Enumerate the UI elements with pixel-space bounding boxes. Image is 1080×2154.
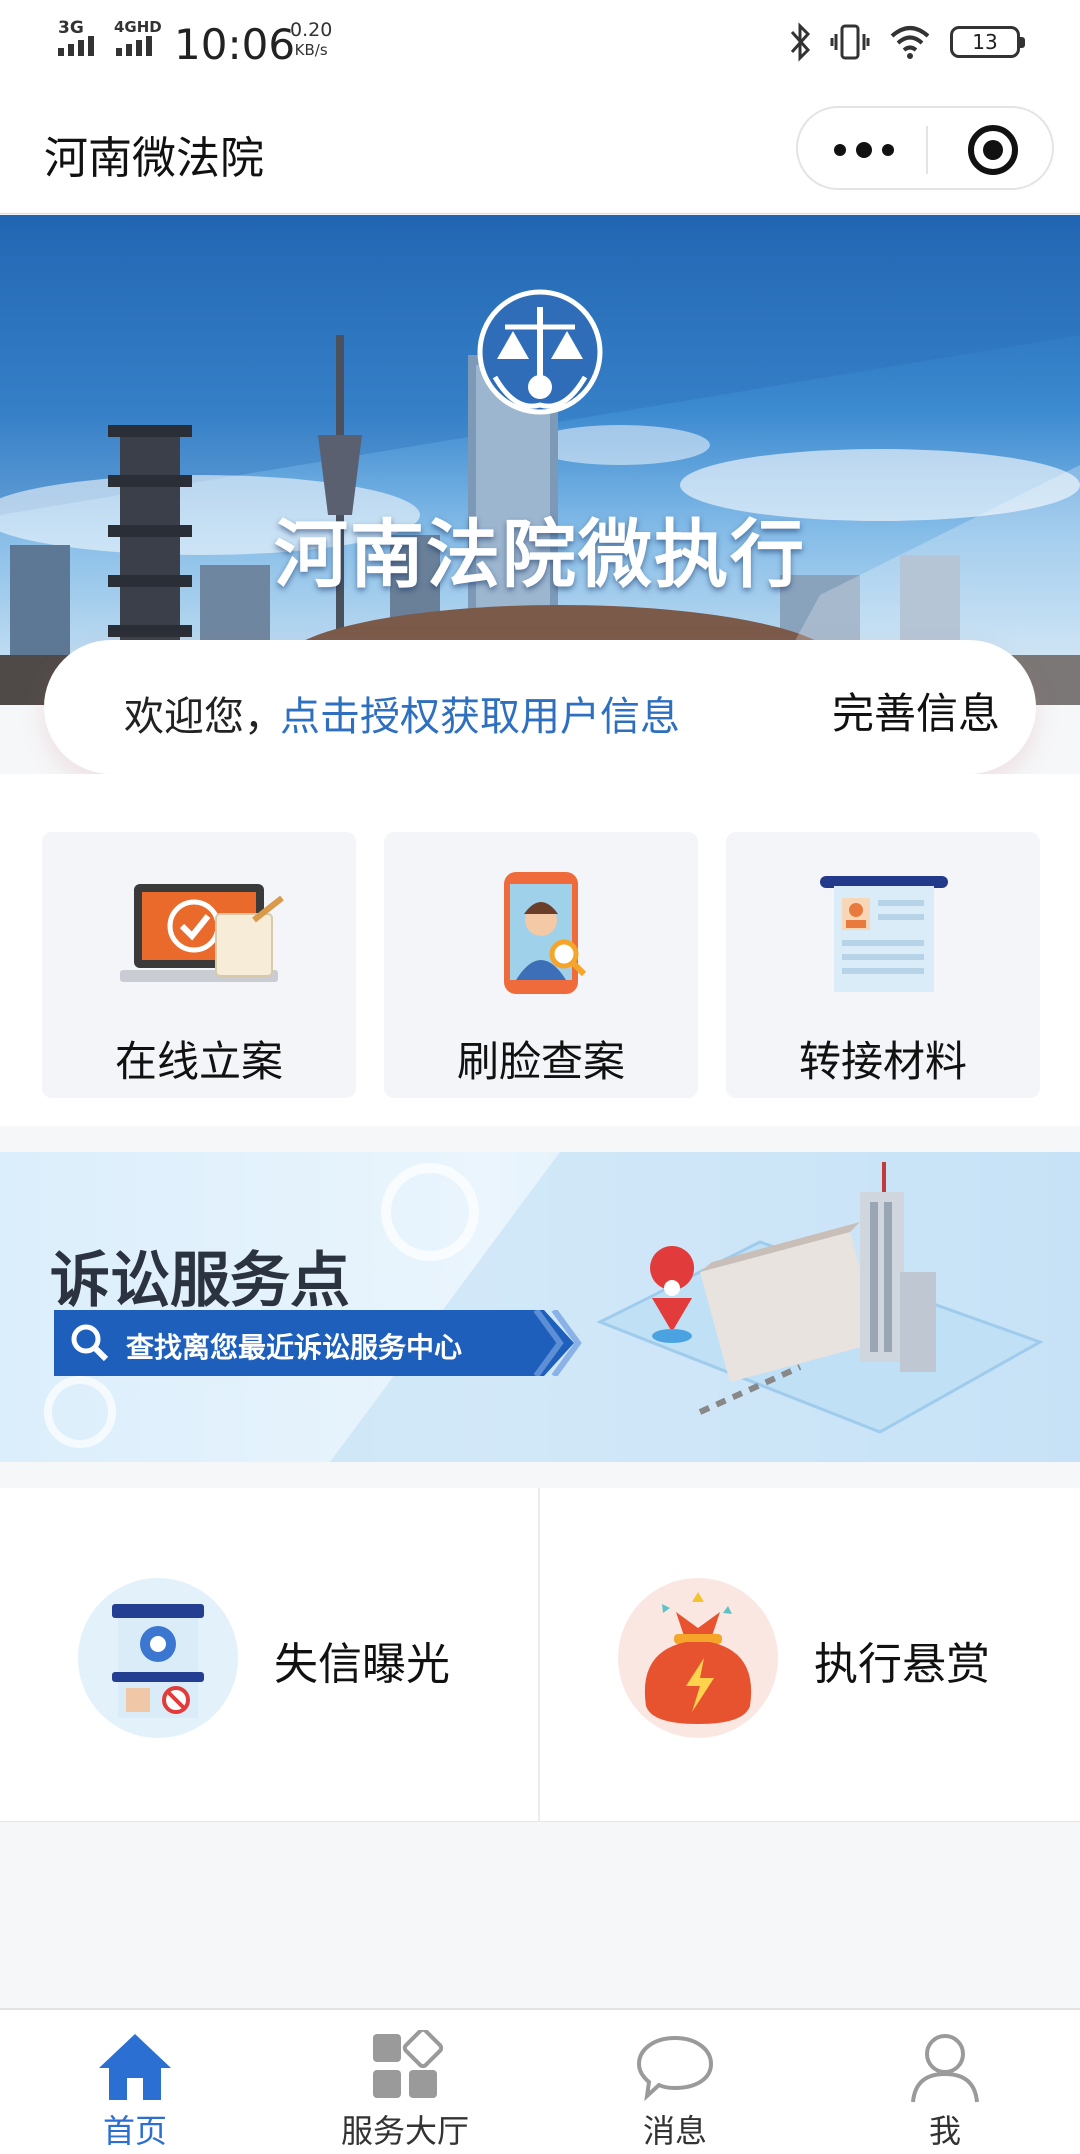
service-label: 执行悬赏 xyxy=(814,1639,990,1690)
status-icons: 13 xyxy=(788,22,1025,62)
speed-value: 0.20 xyxy=(290,19,333,41)
network-4g-label: 4GHD xyxy=(114,18,162,36)
welcome-card: 欢迎您， 点击授权获取用户信息 完善信息 xyxy=(44,640,1036,774)
capsule-divider xyxy=(926,126,928,174)
profile-icon xyxy=(911,2034,979,2103)
bluetooth-icon xyxy=(790,22,811,62)
phone-face-search-icon xyxy=(504,872,587,994)
welcome-greeting: 欢迎您， xyxy=(124,694,284,740)
status-bar: 3G 4GHD 10:06 0.20 KB/s 13 xyxy=(0,0,1080,88)
authorize-user-info-link[interactable]: 点击授权获取用户信息 xyxy=(280,684,680,742)
tab-label: 服务大厅 xyxy=(340,2112,469,2150)
service-label: 失信曝光 xyxy=(274,1639,450,1690)
service-cards: 失信曝光 执行悬赏 xyxy=(0,1488,1080,1822)
quick-actions: 在线立案 刷脸查案 转接材料 xyxy=(0,774,1080,1126)
service-execution-reward[interactable]: 执行悬赏 xyxy=(540,1488,1080,1822)
tab-label: 消息 xyxy=(642,2112,707,2150)
chevron-right-icon xyxy=(533,1310,582,1376)
clock: 10:06 xyxy=(174,20,296,69)
close-target-icon[interactable] xyxy=(968,125,1018,175)
tab-me[interactable]: 我 xyxy=(810,2010,1080,2154)
battery-icon: 13 xyxy=(950,26,1025,58)
service-grid-icon xyxy=(373,2030,444,2098)
signal-icon xyxy=(58,36,94,56)
tile-label: 刷脸查案 xyxy=(456,1037,625,1086)
page-title: 河南微法院 xyxy=(44,133,264,184)
home-icon xyxy=(99,2034,171,2100)
tab-label: 我 xyxy=(928,2112,961,2150)
tile-online-filing[interactable]: 在线立案 xyxy=(42,832,356,1098)
exposure-board-icon xyxy=(78,1578,238,1738)
tab-service-hall[interactable]: 服务大厅 xyxy=(270,2010,540,2154)
tile-label: 在线立案 xyxy=(114,1037,283,1086)
hero-title: 河南法院微执行 xyxy=(274,512,806,598)
tab-messages[interactable]: 消息 xyxy=(540,2010,810,2154)
tile-material-transfer[interactable]: 转接材料 xyxy=(726,832,1040,1098)
nav-bar: 河南微法院 xyxy=(0,88,1080,214)
tab-bar: 首页 服务大厅 消息 我 xyxy=(0,2008,1080,2154)
document-transfer-icon xyxy=(820,876,948,992)
find-service-center-bar[interactable]: 查找离您最近诉讼服务中心 xyxy=(54,1310,574,1376)
network-speed: 0.20 KB/s xyxy=(290,20,332,60)
miniprogram-capsule xyxy=(796,106,1054,190)
litigation-title: 诉讼服务点 xyxy=(50,1246,350,1316)
wifi-icon xyxy=(890,26,930,59)
signal-icon-2 xyxy=(116,36,152,56)
court-emblem-icon xyxy=(477,289,603,415)
service-dishonesty-exposure[interactable]: 失信曝光 xyxy=(0,1488,538,1822)
tab-home[interactable]: 首页 xyxy=(0,2010,270,2154)
tile-face-search[interactable]: 刷脸查案 xyxy=(384,832,698,1098)
find-service-center-label: 查找离您最近诉讼服务中心 xyxy=(126,1331,463,1364)
laptop-check-icon xyxy=(120,884,284,982)
speed-unit: KB/s xyxy=(294,41,328,59)
litigation-service-banner[interactable]: 诉讼服务点 查找离您最近诉讼服务中心 xyxy=(0,1152,1080,1462)
network-3g-label: 3G xyxy=(58,18,84,38)
complete-info-button[interactable]: 完善信息 xyxy=(832,680,1000,741)
hero-banner: 河南法院微执行 xyxy=(0,215,1080,705)
tile-label: 转接材料 xyxy=(798,1037,967,1086)
search-location-icon xyxy=(71,1324,109,1362)
tab-label: 首页 xyxy=(102,2112,167,2150)
vibrate-icon xyxy=(830,24,870,60)
message-bubble-icon xyxy=(636,2035,714,2102)
money-bag-icon xyxy=(618,1578,778,1738)
more-icon[interactable] xyxy=(834,136,894,164)
